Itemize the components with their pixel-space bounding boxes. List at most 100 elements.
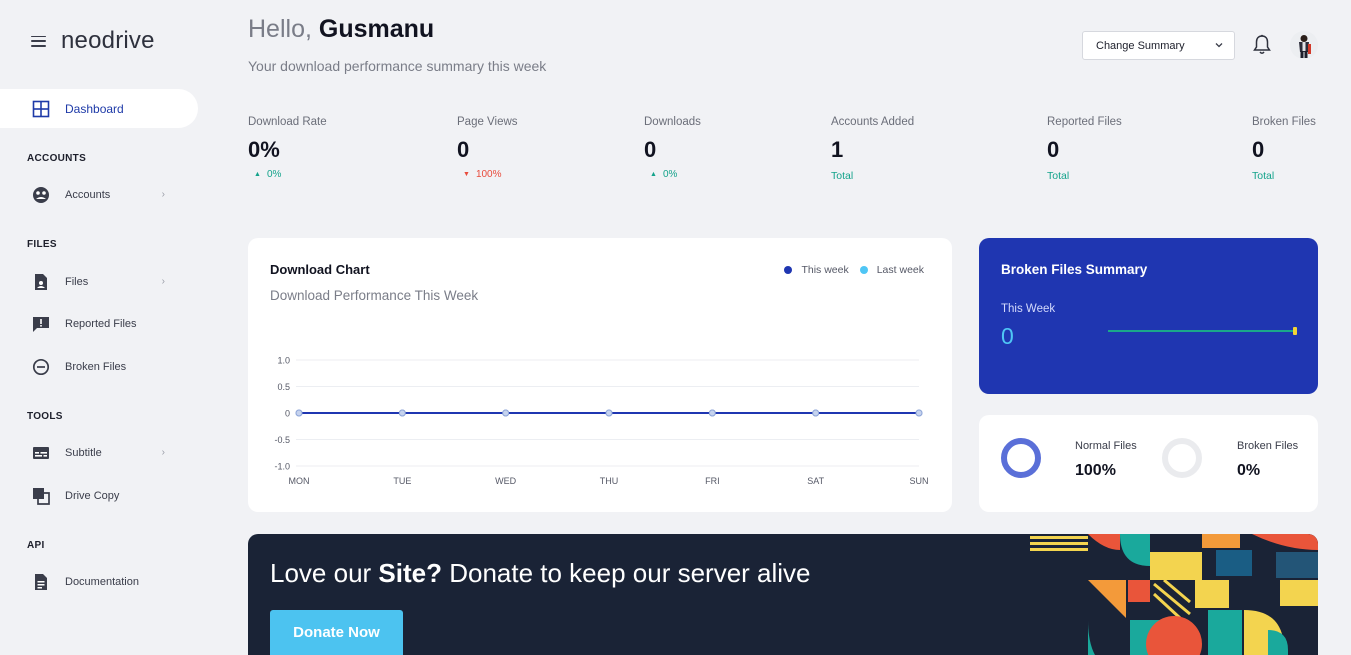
- stat-label: Download Rate: [248, 116, 327, 128]
- chevron-right-icon: ›: [161, 276, 165, 287]
- x-tick-label: FRI: [705, 476, 720, 486]
- stat-note: Total: [1047, 170, 1070, 182]
- page-title: Hello, Gusmanu: [248, 15, 434, 44]
- arrow-up-icon: ▲: [254, 171, 261, 178]
- stat-delta: ▼ 100%: [457, 169, 518, 180]
- change-summary-select[interactable]: Change Summary: [1082, 31, 1235, 60]
- menu-icon[interactable]: [31, 35, 46, 47]
- banner-text-suffix: Donate to keep our server alive: [441, 558, 811, 588]
- y-tick-label: 0: [285, 409, 290, 419]
- stat-broken-files: Broken Files 0 Total: [1252, 116, 1316, 182]
- stat-label: Reported Files: [1047, 116, 1122, 128]
- subtitles-icon: [32, 444, 50, 462]
- section-title-api: API: [27, 540, 45, 551]
- sidebar-item-label: Dashboard: [65, 101, 124, 116]
- stat-value: 0: [1047, 137, 1060, 162]
- avatar[interactable]: [1290, 31, 1318, 59]
- page-subtitle: Your download performance summary this w…: [248, 58, 547, 74]
- greeting-prefix: Hello,: [248, 15, 319, 43]
- banner-text-bold: Site?: [378, 558, 442, 588]
- sidebar-item-documentation[interactable]: Documentation: [32, 572, 172, 592]
- sidebar-item-label: Files: [65, 276, 89, 288]
- sidebar: neodrive Dashboard ACCOUNTS Accounts › F…: [0, 0, 210, 655]
- broken-summary-value: 0: [1001, 323, 1014, 349]
- data-point: [398, 409, 406, 417]
- stat-accounts-added: Accounts Added 1 Total: [831, 116, 914, 182]
- stat-delta-value: 0%: [266, 169, 282, 180]
- chevron-right-icon: ›: [161, 189, 165, 200]
- sidebar-item-drive-copy[interactable]: Drive Copy: [32, 486, 172, 506]
- sidebar-item-label: Broken Files: [65, 361, 127, 373]
- data-point: [295, 409, 303, 417]
- sidebar-item-subtitle[interactable]: Subtitle ›: [32, 443, 172, 463]
- x-tick-label: MON: [289, 476, 310, 486]
- data-point: [502, 409, 510, 417]
- sidebar-item-label: Documentation: [65, 576, 139, 588]
- sidebar-item-files[interactable]: Files ›: [32, 272, 172, 292]
- stat-page-views: Page Views 0 ▼ 100%: [457, 116, 518, 180]
- sidebar-item-reported-files[interactable]: Reported Files: [32, 314, 172, 334]
- download-chart-card: Download Chart Download Performance This…: [248, 238, 952, 512]
- report-icon: [32, 315, 50, 333]
- stat-note: Total: [831, 170, 854, 182]
- x-tick-label: THU: [600, 476, 619, 486]
- dashboard-icon: [32, 100, 50, 118]
- donate-banner: Love our Site? Donate to keep our server…: [248, 534, 1318, 655]
- broken-files-summary-card: Broken Files Summary This Week 0: [979, 238, 1318, 394]
- section-title-accounts: ACCOUNTS: [27, 153, 87, 164]
- stat-label: Accounts Added: [831, 116, 915, 128]
- bell-icon[interactable]: [1252, 34, 1272, 56]
- stat-download-rate: Download Rate 0% ▲ 0%: [248, 116, 327, 180]
- stat-value: 0: [1252, 137, 1265, 162]
- stat-delta-value: 100%: [475, 169, 502, 180]
- broken-files-value: 0%: [1237, 462, 1261, 479]
- sidebar-item-dashboard[interactable]: Dashboard: [0, 89, 198, 128]
- brand-name[interactable]: neodrive: [61, 27, 155, 55]
- x-tick-label: SUN: [909, 476, 928, 486]
- stat-delta-value: 0%: [662, 169, 678, 180]
- stat-delta: ▲ 0%: [248, 169, 327, 180]
- data-point: [915, 409, 923, 417]
- data-point: [812, 409, 820, 417]
- sparkline-marker: [1293, 327, 1297, 335]
- copy-icon: [32, 487, 50, 505]
- stat-value: 0: [457, 137, 470, 162]
- stat-label: Broken Files: [1252, 116, 1316, 128]
- banner-text-prefix: Love our: [270, 558, 379, 588]
- normal-files-value: 100%: [1075, 462, 1116, 479]
- section-title-tools: TOOLS: [27, 411, 63, 422]
- arrow-up-icon: ▲: [650, 171, 657, 178]
- select-value: Change Summary: [1096, 39, 1185, 52]
- banner-text: Love our Site? Donate to keep our server…: [270, 558, 811, 589]
- sidebar-item-accounts[interactable]: Accounts ›: [32, 185, 172, 205]
- stat-label: Page Views: [457, 116, 518, 128]
- file-icon: [32, 273, 50, 291]
- stat-value: 1: [831, 137, 844, 162]
- stat-reported-files: Reported Files 0 Total: [1047, 116, 1122, 182]
- user-name: Gusmanu: [318, 15, 435, 43]
- sidebar-item-label: Drive Copy: [65, 490, 120, 502]
- x-tick-label: SAT: [807, 476, 824, 486]
- broken-summary-title: Broken Files Summary: [1001, 262, 1148, 277]
- arrow-down-icon: ▼: [463, 171, 470, 178]
- sidebar-item-broken-files[interactable]: Broken Files: [32, 357, 172, 377]
- stat-label: Downloads: [644, 116, 701, 128]
- normal-files-ring: [1001, 438, 1041, 478]
- broken-files-ring: [1162, 438, 1202, 478]
- document-icon: [32, 573, 50, 591]
- data-point: [708, 409, 716, 417]
- stat-value: 0: [644, 137, 657, 162]
- donate-now-button[interactable]: Donate Now: [270, 610, 403, 655]
- sidebar-item-label: Subtitle: [65, 447, 102, 459]
- y-tick-label: 0.5: [277, 382, 290, 392]
- file-ratio-card: Normal Files 100% Broken Files 0%: [979, 415, 1318, 512]
- stat-downloads: Downloads 0 ▲ 0%: [644, 116, 701, 180]
- x-tick-label: TUE: [393, 476, 411, 486]
- x-tick-label: WED: [495, 476, 516, 486]
- y-tick-label: 1.0: [277, 356, 290, 366]
- sparkline: [1108, 330, 1296, 332]
- sidebar-item-label: Accounts: [65, 189, 111, 201]
- stat-value: 0%: [248, 137, 280, 162]
- stat-note: Total: [1252, 170, 1275, 182]
- download-line-chart: 1.0 0.5 0 -0.5 -1.0 MON TUE WED THU FRI SAT SUN: [274, 356, 928, 487]
